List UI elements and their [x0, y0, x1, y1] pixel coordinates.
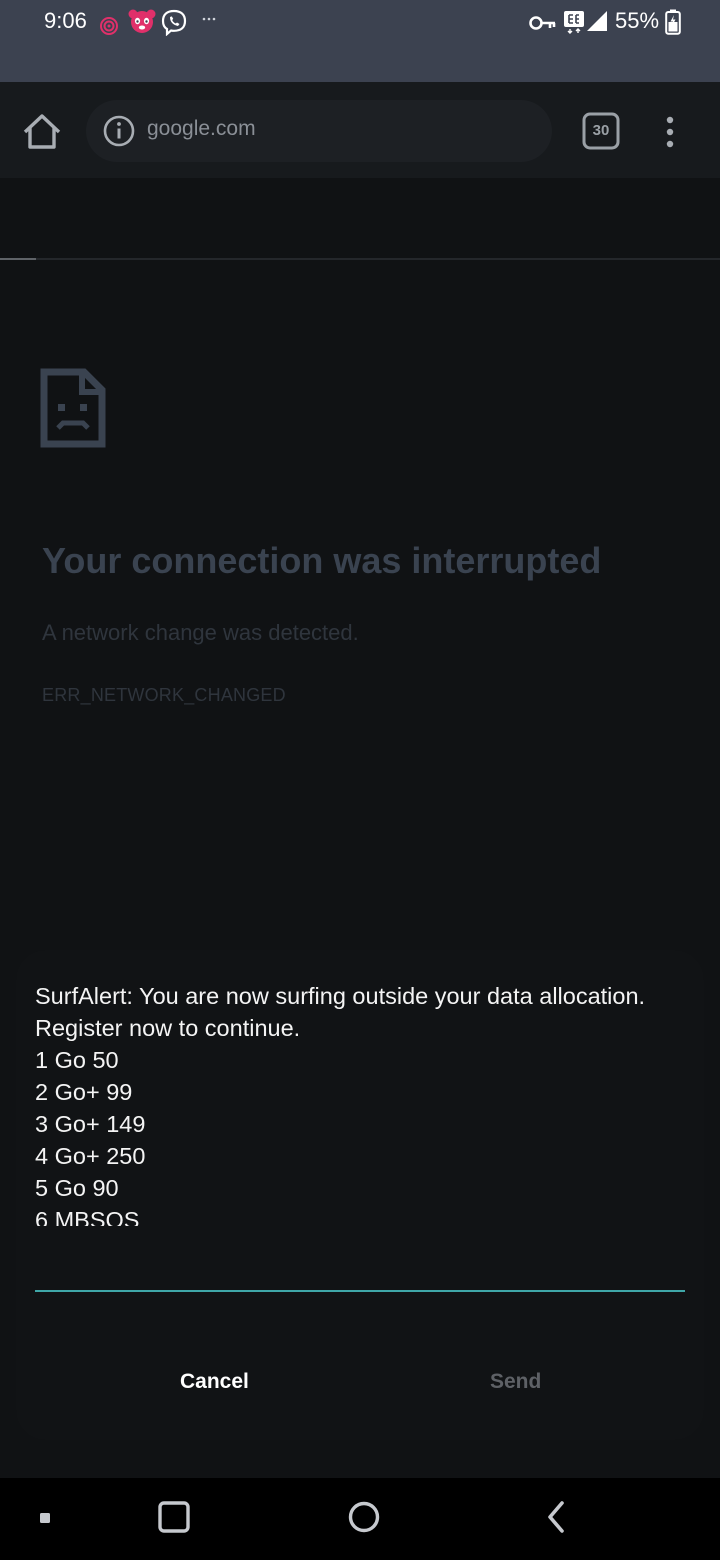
back-chevron-icon[interactable]	[543, 1499, 569, 1535]
recents-dot-icon[interactable]	[38, 1511, 52, 1525]
tab-count: 30	[592, 122, 610, 139]
battery-percent: 55%	[615, 8, 660, 33]
message-line: 5 Go 90	[35, 1175, 119, 1201]
data-icon	[564, 11, 584, 34]
ussd-dialog: SurfAlert: You are now surfing outside y…	[16, 950, 704, 1440]
navigation-bar	[0, 1478, 720, 1560]
message-line: SurfAlert: You are now surfing outside y…	[35, 983, 646, 1009]
home-circle-icon[interactable]	[347, 1500, 381, 1534]
more-notifications-icon	[202, 17, 216, 21]
url-bar[interactable]: google.com	[86, 100, 552, 162]
error-subtitle: A network change was detected.	[42, 620, 359, 645]
tab-switcher-button[interactable]: 30	[582, 112, 620, 150]
status-bar: 9:06 55%	[0, 0, 720, 82]
message-line: 1 Go 50	[35, 1047, 119, 1073]
message-line: 4 Go+ 250	[35, 1143, 146, 1169]
info-icon[interactable]	[102, 114, 136, 148]
viber-icon	[161, 9, 187, 36]
dialog-message[interactable]: SurfAlert: You are now surfing outside y…	[35, 980, 695, 1226]
cancel-button[interactable]: Cancel	[180, 1370, 249, 1394]
load-progress-fill	[0, 258, 36, 260]
signal-icon	[587, 11, 607, 31]
status-time: 9:06	[44, 8, 87, 33]
target-icon	[100, 17, 118, 35]
overview-square-icon[interactable]	[157, 1500, 191, 1534]
load-progress-bar	[0, 258, 720, 260]
error-code: ERR_NETWORK_CHANGED	[42, 685, 286, 705]
message-line: Register now to continue.	[35, 1015, 301, 1041]
message-line: 2 Go+ 99	[35, 1079, 133, 1105]
message-line: 6 MBSOS	[35, 1207, 140, 1226]
error-title: Your connection was interrupted	[42, 540, 602, 581]
browser-toolbar: google.com 30	[0, 82, 720, 260]
more-vert-icon[interactable]	[658, 110, 682, 154]
message-line: 3 Go+ 149	[35, 1111, 146, 1137]
send-button[interactable]: Send	[490, 1370, 541, 1394]
panda-icon	[128, 9, 156, 33]
key-icon	[529, 16, 556, 30]
sad-page-icon	[40, 368, 106, 448]
reply-input[interactable]	[35, 1240, 685, 1292]
battery-icon	[665, 9, 681, 35]
url-text[interactable]: google.com	[147, 117, 256, 141]
home-icon[interactable]	[20, 110, 64, 154]
